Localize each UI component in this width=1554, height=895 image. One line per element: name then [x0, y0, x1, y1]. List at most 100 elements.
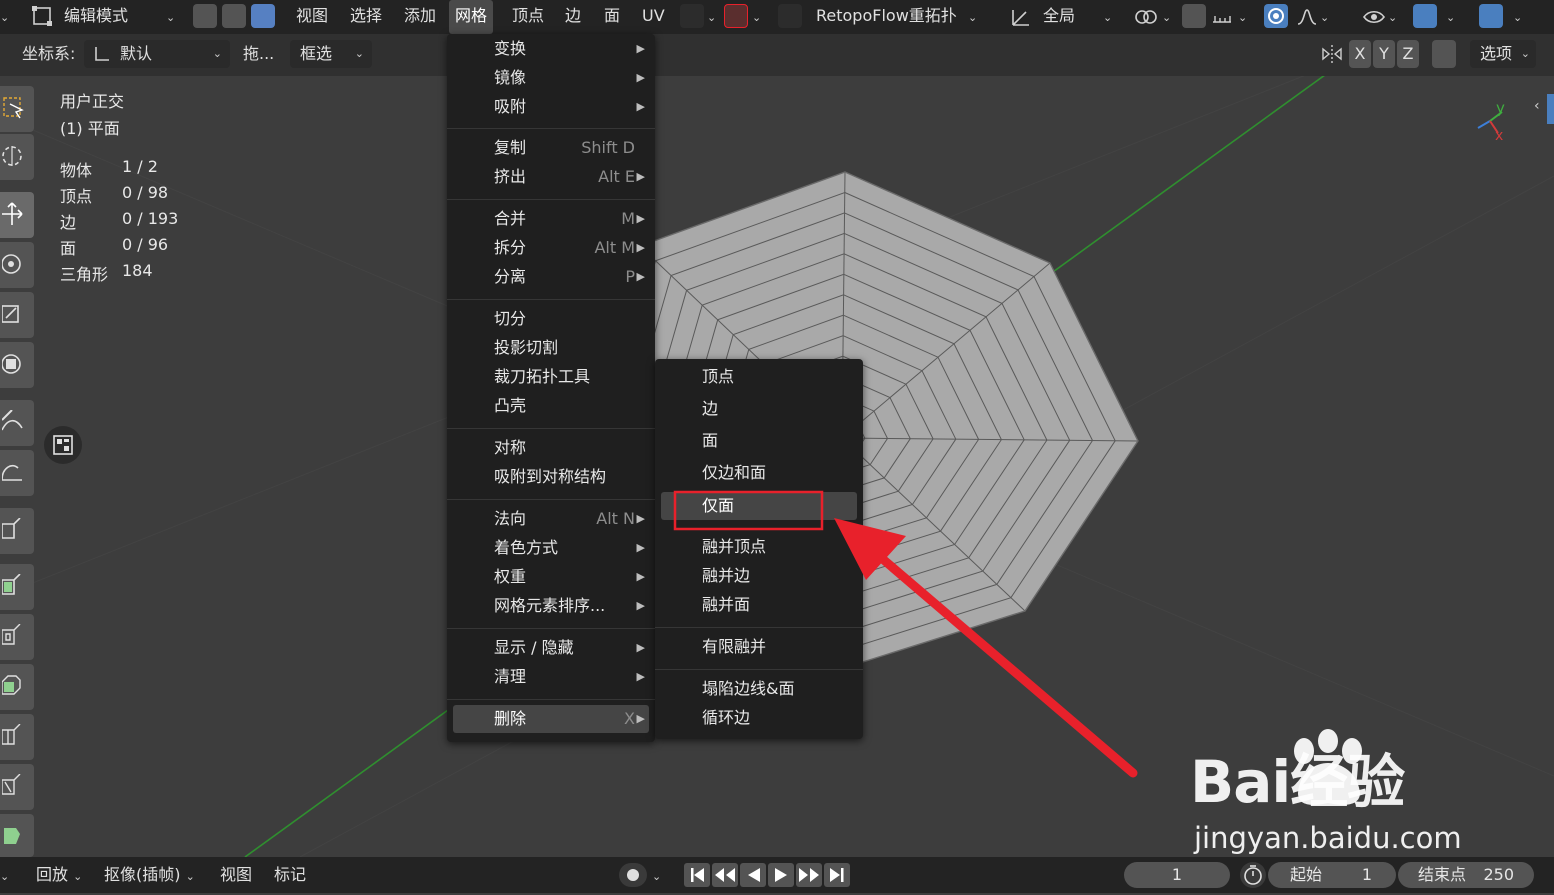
delete-menu-item-edges[interactable]: 边	[661, 395, 857, 423]
jump-start-button[interactable]	[684, 863, 710, 887]
options-dropdown[interactable]: 选项 ⌄	[1470, 40, 1536, 68]
keying-menu[interactable]: 抠像(插帧) ⌄	[104, 857, 195, 893]
current-frame-field[interactable]: 1	[1124, 862, 1230, 888]
pivot-point-icon[interactable]	[1133, 0, 1159, 34]
select-mode-dropdown[interactable]: 框选 ⌄	[290, 40, 372, 68]
mesh-menu-item-normals[interactable]: 法向 Alt N ▶	[453, 505, 649, 533]
tool-bevel[interactable]	[0, 664, 34, 710]
falloff-dropdown-icon[interactable]: ⌄	[1320, 0, 1329, 34]
start-frame-field[interactable]: 起始 1	[1268, 862, 1396, 888]
mesh-menu-item-transform[interactable]: 变换 ▶	[453, 35, 649, 63]
delete-menu-item-dissolve-faces[interactable]: 融并面	[661, 591, 857, 619]
delete-menu-item-edge-loops[interactable]: 循环边	[661, 704, 857, 732]
face-select-mode-icon[interactable]	[251, 4, 275, 28]
mesh-menu-item-delete[interactable]: 删除 X ▶	[453, 705, 649, 733]
mirror-z-toggle[interactable]: Z	[1397, 40, 1419, 68]
snap-magnet-icon[interactable]	[724, 4, 748, 28]
tool-transform[interactable]	[0, 342, 34, 388]
mesh-menu-item-separate[interactable]: 分离 P ▶	[453, 263, 649, 291]
delete-menu-item-dissolve-edges[interactable]: 融并边	[661, 562, 857, 590]
gizmo-toggle-icon[interactable]	[1413, 4, 1437, 28]
menu-vertex[interactable]: 顶点	[512, 0, 544, 34]
tool-inset[interactable]	[0, 614, 34, 660]
falloff-curve-icon[interactable]	[1296, 0, 1318, 34]
tool-poly-build[interactable]	[0, 814, 34, 857]
mode-selector[interactable]: 编辑模式	[64, 0, 128, 34]
next-keyframe-button[interactable]	[796, 863, 822, 887]
pivot-dropdown-icon[interactable]: ⌄	[1162, 0, 1171, 34]
menu-select[interactable]: 选择	[350, 0, 382, 34]
proportional-mesh-icon[interactable]	[680, 4, 704, 28]
delete-menu-item-dissolve-vertices[interactable]: 融并顶点	[661, 533, 857, 561]
tool-scale[interactable]	[0, 292, 34, 338]
delete-menu-item-limited-dissolve[interactable]: 有限融并	[661, 633, 857, 661]
overlays-dropdown-icon[interactable]: ⌄	[1513, 0, 1522, 34]
mesh-menu-item-snap[interactable]: 吸附 ▶	[453, 93, 649, 121]
tool-annotate[interactable]	[0, 400, 34, 446]
menu-mesh[interactable]: 网格	[449, 0, 494, 34]
play-button[interactable]	[768, 863, 794, 887]
tool-cursor[interactable]	[0, 134, 34, 180]
sidebar-toggle-icon[interactable]: ‹	[1534, 98, 1540, 114]
snap-icon[interactable]	[1182, 4, 1206, 28]
snap-increment-icon[interactable]	[1211, 0, 1233, 34]
mirror-x-toggle[interactable]: X	[1349, 40, 1371, 68]
play-reverse-button[interactable]	[740, 863, 766, 887]
tool-rotate[interactable]	[0, 242, 34, 288]
transform-orientation-dropdown[interactable]: 全局	[1043, 0, 1075, 34]
delete-menu-item-collapse-edges-faces[interactable]: 塌陷边线&面	[661, 675, 857, 703]
timeline-view-menu[interactable]: 视图	[220, 857, 252, 893]
tool-move[interactable]	[0, 192, 34, 238]
tool-select-box[interactable]	[0, 86, 34, 132]
menu-face[interactable]: 面	[604, 0, 620, 34]
prev-keyframe-button[interactable]	[712, 863, 738, 887]
retopoflow-dropdown-icon[interactable]: ⌄	[968, 0, 977, 34]
delete-menu-item-only-edges-faces[interactable]: 仅边和面	[661, 459, 857, 487]
mesh-menu-item-merge[interactable]: 合并 M ▶	[453, 205, 649, 233]
visibility-eye-icon[interactable]	[1362, 0, 1386, 34]
coordinate-system-dropdown[interactable]: 默认 ⌄	[84, 40, 230, 68]
menu-add[interactable]: 添加	[404, 0, 436, 34]
mesh-menu-item-shading[interactable]: 着色方式 ▶	[453, 534, 649, 562]
record-button[interactable]	[619, 863, 647, 887]
tool-knife[interactable]	[0, 764, 34, 810]
edge-select-mode-icon[interactable]	[222, 4, 246, 28]
topology-mirror-icon[interactable]	[1432, 40, 1456, 68]
delete-menu-item-only-faces[interactable]: 仅面	[661, 492, 857, 520]
timeline-collapse-icon[interactable]: ⌄	[0, 857, 14, 893]
menu-edge[interactable]: 边	[565, 0, 581, 34]
snap-dropdown-icon[interactable]: ⌄	[752, 0, 761, 34]
retopoflow-menu[interactable]: RetopoFlow重拓扑	[816, 0, 957, 34]
proportional-dropdown-icon[interactable]: ⌄	[707, 0, 716, 34]
tool-loop-cut[interactable]	[0, 714, 34, 760]
mesh-menu-item-subdivide[interactable]: 切分	[453, 305, 649, 333]
mode-dropdown-icon[interactable]: ⌄	[166, 0, 175, 34]
tool-add-cube[interactable]	[0, 508, 34, 554]
end-frame-field[interactable]: 结束点 250	[1398, 862, 1534, 888]
proportional-editing-icon[interactable]	[1264, 4, 1288, 28]
menu-view[interactable]: 视图	[296, 0, 328, 34]
checker-toggle-icon[interactable]	[44, 426, 82, 464]
vertex-select-mode-icon[interactable]	[193, 4, 217, 28]
delete-menu-item-faces[interactable]: 面	[661, 427, 857, 455]
menu-uv[interactable]: UV	[642, 0, 665, 34]
mesh-menu-item-extrude[interactable]: 挤出 Alt E ▶	[453, 163, 649, 191]
visibility-dropdown-icon[interactable]: ⌄	[1388, 0, 1397, 34]
playback-menu[interactable]: 回放 ⌄	[36, 857, 82, 893]
collapse-chevron-icon[interactable]: ⌄	[0, 0, 14, 34]
mesh-menu-item-knife-topology[interactable]: 裁刀拓扑工具	[453, 363, 649, 391]
tool-extrude[interactable]	[0, 564, 34, 610]
navigation-gizmo[interactable]: y x	[1477, 99, 1505, 144]
mesh-menu-item-duplicate[interactable]: 复制 Shift D	[453, 134, 649, 162]
jump-end-button[interactable]	[824, 863, 850, 887]
mesh-menu-item-sort-elements[interactable]: 网格元素排序... ▶	[453, 592, 649, 620]
mesh-menu-item-snap-to-symmetry[interactable]: 吸附到对称结构	[453, 463, 649, 491]
mesh-menu-item-symmetrize[interactable]: 对称	[453, 434, 649, 462]
stopwatch-icon[interactable]	[1240, 862, 1266, 888]
mirror-y-toggle[interactable]: Y	[1373, 40, 1395, 68]
mesh-menu-item-convex-hull[interactable]: 凸壳	[453, 392, 649, 420]
snap-dropdown2-icon[interactable]: ⌄	[1238, 0, 1247, 34]
mesh-menu-item-split[interactable]: 拆分 Alt M ▶	[453, 234, 649, 262]
sidebar-tab-icon[interactable]	[1547, 94, 1554, 124]
mesh-menu-item-mirror[interactable]: 镜像 ▶	[453, 64, 649, 92]
